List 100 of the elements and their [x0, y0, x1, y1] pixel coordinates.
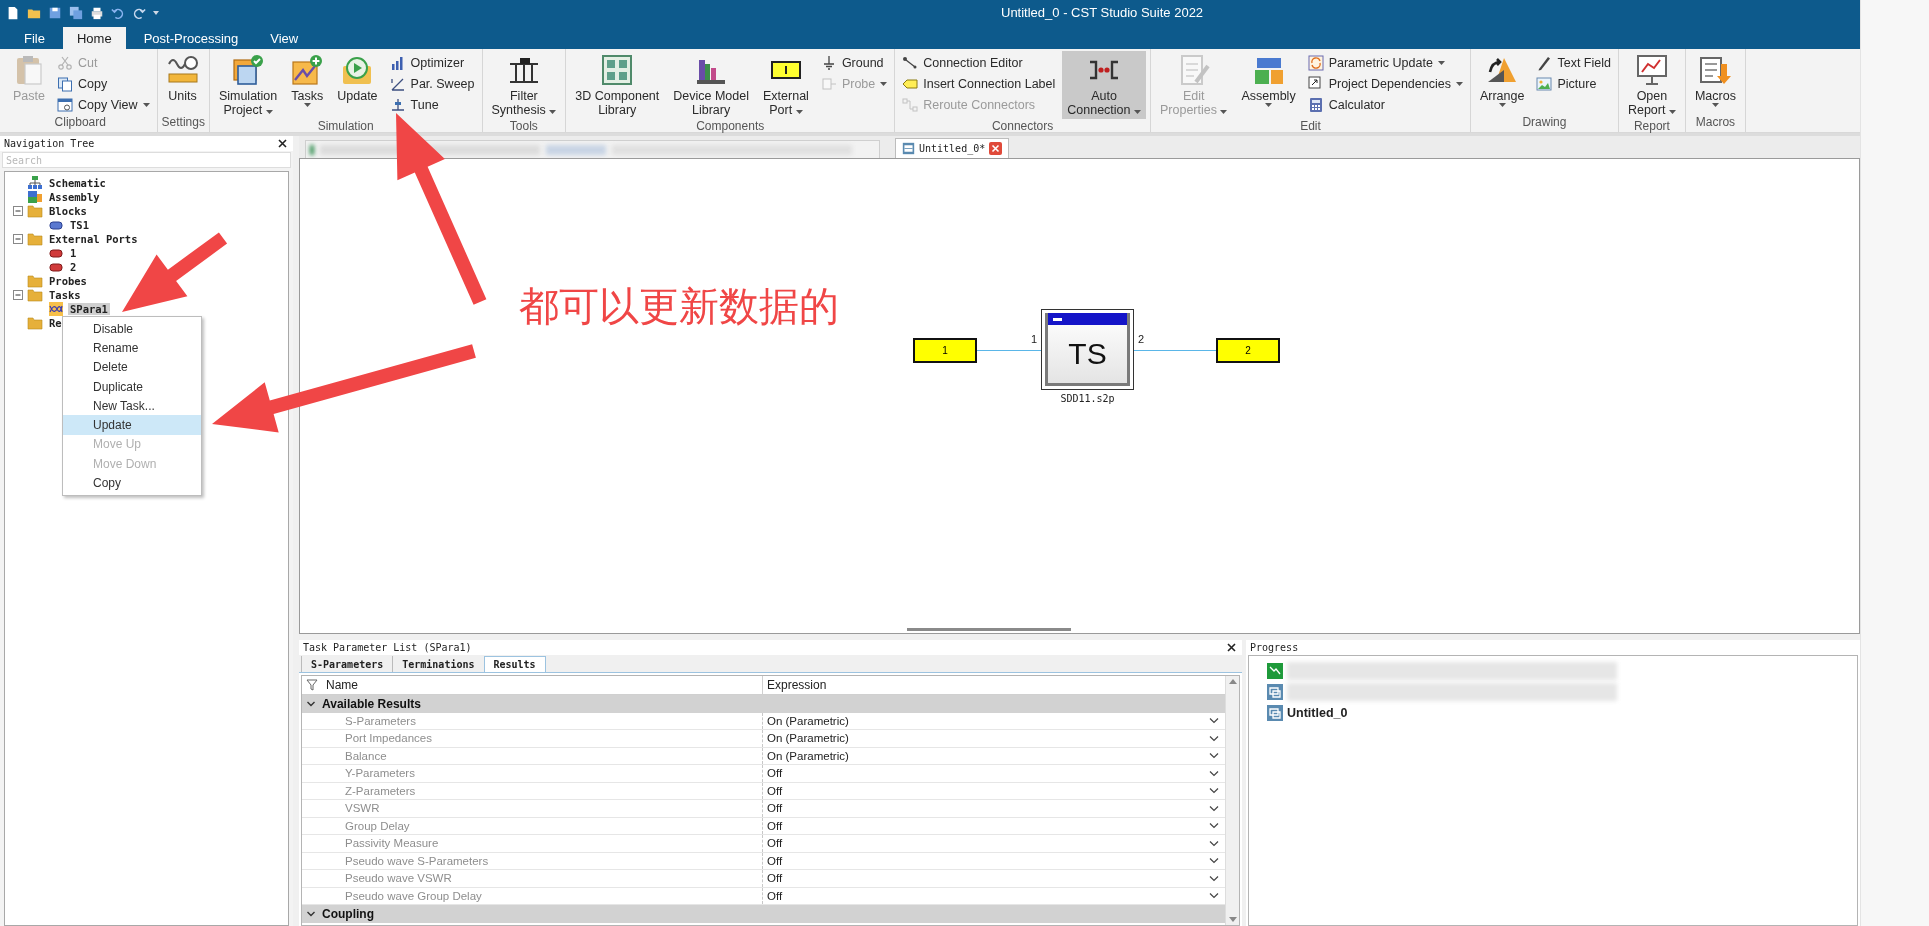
- tree-item[interactable]: Schematic: [47, 177, 108, 189]
- menu-tab[interactable]: View: [256, 27, 313, 49]
- menu-item[interactable]: Delete: [63, 357, 201, 377]
- panel-tab[interactable]: Terminations: [392, 656, 484, 672]
- picture-icon: [1536, 75, 1553, 92]
- floppies-icon[interactable]: [69, 5, 83, 20]
- group-label: Drawing: [1522, 115, 1567, 131]
- menu-item[interactable]: Update: [63, 415, 201, 435]
- tree-item[interactable]: Assembly: [47, 191, 102, 203]
- search-field[interactable]: Search: [2, 152, 291, 168]
- scrollbar[interactable]: [907, 628, 1071, 631]
- ribbon-button[interactable]: Par. Sweep: [386, 74, 478, 93]
- collapse-icon[interactable]: [13, 234, 23, 244]
- ribbon-button[interactable]: Project Dependencies: [1304, 74, 1466, 93]
- menu-item[interactable]: Duplicate: [63, 376, 201, 397]
- panel-tab[interactable]: S-Parameters: [301, 656, 393, 672]
- caret-icon[interactable]: [153, 10, 159, 15]
- expression-dropdown[interactable]: Off: [763, 835, 1225, 852]
- ribbon-button[interactable]: Update: [332, 51, 383, 114]
- expression-dropdown[interactable]: Off: [763, 817, 1225, 834]
- menu-tab[interactable]: File: [10, 27, 59, 49]
- menu-item[interactable]: Rename: [63, 338, 201, 358]
- expression-dropdown[interactable]: Off: [763, 800, 1225, 817]
- group-label: Settings: [161, 115, 205, 131]
- expression-dropdown[interactable]: On (Parametric): [763, 747, 1225, 764]
- tree-item[interactable]: 2: [68, 261, 79, 273]
- expression-dropdown[interactable]: On (Parametric): [763, 730, 1225, 747]
- close-icon[interactable]: [1227, 643, 1236, 652]
- panel-tab[interactable]: Results: [483, 656, 546, 672]
- menu-item[interactable]: Disable: [63, 319, 201, 339]
- scroll-down-icon[interactable]: [1228, 917, 1237, 922]
- ribbon-button[interactable]: External Port: [758, 51, 814, 119]
- ribbon-button[interactable]: Insert Connection Label: [899, 74, 1059, 93]
- blurred-tab[interactable]: [305, 140, 880, 158]
- ribbon-button[interactable]: Connection Editor: [899, 53, 1059, 72]
- table-cell: Balance: [302, 747, 763, 764]
- ribbon-button[interactable]: 3D Component Library: [570, 51, 665, 119]
- ribbon-button[interactable]: Optimizer: [386, 53, 478, 72]
- expression-dropdown[interactable]: Off: [763, 887, 1225, 904]
- expression-dropdown[interactable]: On (Parametric): [763, 712, 1225, 729]
- tree-item[interactable]: Tasks: [47, 289, 83, 301]
- ribbon-button[interactable]: Open Report: [1622, 51, 1681, 119]
- menu-item[interactable]: Copy: [63, 473, 201, 493]
- ribbon-button[interactable]: Assembly: [1236, 51, 1301, 114]
- filter-icon[interactable]: [306, 679, 318, 691]
- printer-icon[interactable]: [90, 5, 104, 20]
- expression-dropdown[interactable]: Off: [763, 870, 1225, 887]
- network-icon: [27, 175, 43, 191]
- collapse-icon[interactable]: [13, 206, 23, 216]
- port-block[interactable]: 1: [913, 338, 977, 363]
- tree-item[interactable]: Blocks: [47, 205, 89, 217]
- tree-item[interactable]: 1: [68, 247, 79, 259]
- tree-item[interactable]: SPara1: [68, 303, 110, 315]
- column-header: Name: [326, 678, 358, 692]
- close-icon[interactable]: [278, 139, 287, 148]
- scroll-up-icon[interactable]: [1228, 679, 1237, 684]
- menu-tab[interactable]: Post-Processing: [129, 27, 253, 49]
- tree-item[interactable]: External Ports: [47, 233, 140, 245]
- ribbon-button[interactable]: Copy View: [54, 95, 153, 114]
- section-header[interactable]: Coupling: [302, 905, 1225, 923]
- port-block[interactable]: 2: [1216, 338, 1280, 363]
- ribbon-button[interactable]: Calculator: [1304, 95, 1466, 114]
- group-label: Simulation: [317, 119, 374, 133]
- ribbon-button[interactable]: Auto Connection: [1062, 51, 1146, 119]
- ribbon-button[interactable]: Tune: [386, 95, 478, 114]
- ribbon-button[interactable]: Parametric Update: [1304, 53, 1466, 72]
- ribbon-button[interactable]: Units: [161, 51, 204, 114]
- ribbon-button[interactable]: Tasks: [286, 51, 329, 114]
- document-icon[interactable]: [6, 5, 20, 20]
- panel-title: Task Parameter List (SPara1): [303, 642, 472, 653]
- section-header[interactable]: Available Results: [302, 695, 1225, 713]
- ribbon-button[interactable]: Picture: [1533, 74, 1614, 93]
- ruler-icon: [166, 54, 199, 86]
- folder-icon: [27, 203, 43, 219]
- schematic-icon: [902, 142, 915, 155]
- block-caption: SDD11.s2p: [1059, 393, 1116, 404]
- document-tab[interactable]: Untitled_0*: [895, 138, 1010, 158]
- ribbon-button[interactable]: Text Field: [1533, 53, 1614, 72]
- ribbon-button[interactable]: Simulation Project: [213, 51, 283, 119]
- ribbon-button[interactable]: Copy: [54, 74, 153, 93]
- save-icon[interactable]: [48, 5, 62, 20]
- ribbon-button[interactable]: Arrange: [1474, 51, 1530, 114]
- ribbon-button[interactable]: Filter Synthesis: [486, 51, 562, 119]
- group-label: Report: [1633, 119, 1670, 133]
- presentation-icon: [1635, 54, 1668, 86]
- tree-item[interactable]: Re: [47, 317, 64, 329]
- ribbon-button[interactable]: Device Model Library: [668, 51, 754, 119]
- group-label: Edit: [1300, 119, 1321, 133]
- ribbon-button[interactable]: Ground: [817, 53, 891, 72]
- tree-item[interactable]: Probes: [47, 275, 89, 287]
- collapse-icon[interactable]: [13, 290, 23, 300]
- scrollbar[interactable]: [1225, 676, 1239, 925]
- touchstone-block[interactable]: TS: [1041, 309, 1134, 390]
- menu-tab[interactable]: Home: [62, 27, 126, 49]
- menu-item[interactable]: New Task...: [63, 396, 201, 416]
- expression-dropdown[interactable]: Off: [763, 782, 1225, 799]
- expression-dropdown[interactable]: Off: [763, 852, 1225, 869]
- expression-dropdown[interactable]: Off: [763, 765, 1225, 782]
- ribbon-button[interactable]: Macros: [1689, 51, 1741, 114]
- tree-item[interactable]: TS1: [68, 219, 91, 231]
